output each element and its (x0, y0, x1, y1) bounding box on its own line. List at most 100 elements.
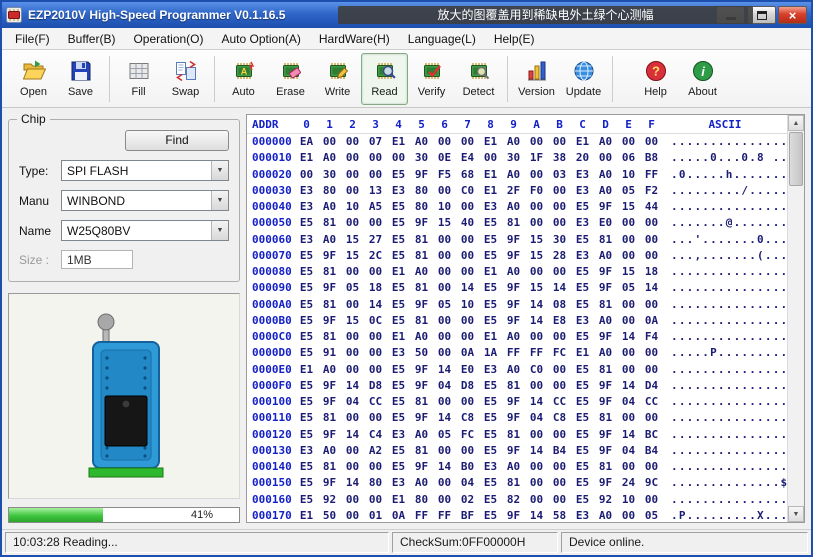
hex-byte-cell[interactable]: E5 (571, 264, 594, 280)
hex-byte-cell[interactable]: E3 (387, 427, 410, 443)
hex-byte-cell[interactable]: E1 (479, 264, 502, 280)
hex-byte-cell[interactable]: 00 (640, 410, 663, 426)
hex-byte-cell[interactable]: 03 (548, 167, 571, 183)
hex-byte-cell[interactable]: 00 (364, 410, 387, 426)
hex-byte-cell[interactable]: 00 (318, 134, 341, 150)
hex-byte-cell[interactable]: E5 (571, 378, 594, 394)
hex-byte-cell[interactable]: A0 (502, 167, 525, 183)
hex-byte-cell[interactable]: 00 (640, 232, 663, 248)
hex-byte-cell[interactable]: 00 (341, 345, 364, 361)
hex-byte-cell[interactable]: C0 (456, 183, 479, 199)
hex-byte-cell[interactable]: 00 (341, 215, 364, 231)
read-button[interactable]: Read (361, 52, 408, 105)
hex-byte-cell[interactable]: E5 (479, 280, 502, 296)
hex-byte-cell[interactable]: 00 (548, 199, 571, 215)
hex-byte-cell[interactable]: 9F (502, 443, 525, 459)
hex-byte-cell[interactable]: 00 (617, 215, 640, 231)
hex-row[interactable]: 000140 E5 81 00 00 E5 9F 14 B0 E3 A0 00 00 E5 81 00 00..… (247, 459, 787, 475)
find-button[interactable]: Find (125, 130, 229, 151)
hex-byte-cell[interactable]: E5 (387, 362, 410, 378)
hex-byte-cell[interactable]: 30 (548, 232, 571, 248)
hex-byte-cell[interactable]: FC (548, 345, 571, 361)
hex-row[interactable]: 000110 E5 81 00 00 E5 9F 14 C8 E5 9F 04 C8 E5 81 00 00..… (247, 410, 787, 426)
hex-byte-cell[interactable]: 9F (318, 313, 341, 329)
hex-byte-cell[interactable]: 81 (318, 264, 341, 280)
hex-byte-cell[interactable]: FF (410, 508, 433, 522)
hex-byte-cell[interactable]: 81 (594, 459, 617, 475)
hex-byte-cell[interactable]: 81 (410, 394, 433, 410)
hex-row[interactable]: 000100 E5 9F 04 CC E5 81 00 00 E5 9F 14 CC E5 9F 04 CC..… (247, 394, 787, 410)
hex-byte-cell[interactable]: 81 (410, 280, 433, 296)
hex-row[interactable]: 0000D0 E5 91 00 00 E3 50 00 0A 1A FF FF FC E1 A0 00 00..… (247, 345, 787, 361)
hex-byte-cell[interactable]: 15 (341, 248, 364, 264)
hex-byte-cell[interactable]: 9F (502, 410, 525, 426)
open-button[interactable]: Open (10, 53, 57, 105)
hex-byte-cell[interactable]: E5 (387, 280, 410, 296)
hex-byte-cell[interactable]: E5 (479, 313, 502, 329)
hex-byte-cell[interactable]: C4 (364, 427, 387, 443)
hex-byte-cell[interactable]: 81 (594, 362, 617, 378)
hex-byte-cell[interactable]: 00 (617, 313, 640, 329)
hex-byte-cell[interactable]: 81 (318, 297, 341, 313)
hex-byte-cell[interactable]: 81 (502, 378, 525, 394)
hex-byte-cell[interactable]: 14 (433, 362, 456, 378)
hex-row[interactable]: 000000 EA 00 00 07 E1 A0 00 00 E1 A0 00 00 E1 A0 00 00..… (247, 134, 787, 150)
hex-byte-cell[interactable]: FF (502, 345, 525, 361)
hex-byte-cell[interactable]: 05 (617, 280, 640, 296)
fill-button[interactable]: Fill (115, 53, 162, 105)
hex-byte-cell[interactable]: 00 (525, 264, 548, 280)
hex-byte-cell[interactable]: E0 (456, 362, 479, 378)
hex-byte-cell[interactable]: 30 (318, 167, 341, 183)
hex-byte-cell[interactable]: 9F (318, 248, 341, 264)
hex-byte-cell[interactable]: 00 (640, 345, 663, 361)
hex-byte-cell[interactable]: E5 (387, 248, 410, 264)
hex-byte-cell[interactable]: 81 (502, 215, 525, 231)
hex-byte-cell[interactable]: 00 (617, 297, 640, 313)
scroll-down-icon[interactable]: ▼ (788, 506, 804, 522)
hex-byte-cell[interactable]: 0A (640, 313, 663, 329)
hex-byte-cell[interactable]: E3 (295, 232, 318, 248)
hex-byte-cell[interactable]: 00 (364, 215, 387, 231)
hex-row[interactable]: 000050 E5 81 00 00 E5 9F 15 40 E5 81 00 00 E3 E0 00 00..… (247, 215, 787, 231)
hex-row[interactable]: 000150 E5 9F 14 80 E3 A0 00 04 E5 81 00 00 E5 9F 24 9C..… (247, 475, 787, 491)
hex-byte-cell[interactable]: 27 (364, 232, 387, 248)
hex-byte-cell[interactable]: E1 (387, 134, 410, 150)
hex-byte-cell[interactable]: 00 (456, 248, 479, 264)
hex-byte-cell[interactable]: 00 (433, 134, 456, 150)
hex-byte-cell[interactable]: 00 (525, 167, 548, 183)
hex-byte-cell[interactable]: E5 (387, 232, 410, 248)
hex-byte-cell[interactable]: 14 (341, 378, 364, 394)
hex-byte-cell[interactable]: E5 (479, 443, 502, 459)
hex-byte-cell[interactable]: A0 (502, 362, 525, 378)
hex-byte-cell[interactable]: F5 (433, 167, 456, 183)
hex-byte-cell[interactable]: C8 (456, 410, 479, 426)
hex-byte-cell[interactable]: 00 (433, 329, 456, 345)
hex-byte-cell[interactable]: A0 (594, 134, 617, 150)
scrollbar-thumb[interactable] (789, 132, 803, 186)
hex-byte-cell[interactable]: 2C (364, 248, 387, 264)
hex-byte-cell[interactable]: 00 (617, 232, 640, 248)
hex-byte-cell[interactable]: E5 (387, 378, 410, 394)
hex-byte-cell[interactable]: 9F (594, 378, 617, 394)
hex-byte-cell[interactable]: A0 (318, 150, 341, 166)
hex-byte-cell[interactable]: 9F (594, 443, 617, 459)
about-button[interactable]: i About (679, 53, 726, 105)
hex-byte-cell[interactable]: 0A (387, 508, 410, 522)
hex-byte-cell[interactable]: 00 (364, 362, 387, 378)
hex-byte-cell[interactable]: 9F (594, 199, 617, 215)
hex-byte-cell[interactable]: CC (548, 394, 571, 410)
hex-byte-cell[interactable]: E5 (571, 427, 594, 443)
hex-byte-cell[interactable]: 9F (318, 394, 341, 410)
hex-byte-cell[interactable]: 00 (341, 329, 364, 345)
hex-byte-cell[interactable]: 9F (502, 297, 525, 313)
hex-byte-cell[interactable]: 80 (364, 475, 387, 491)
hex-row[interactable]: 000120 E5 9F 14 C4 E3 A0 05 FC E5 81 00 00 E5 9F 14 BC..… (247, 427, 787, 443)
menu-auto-option[interactable]: Auto Option(A) (213, 28, 310, 50)
hex-byte-cell[interactable]: D8 (364, 378, 387, 394)
hex-byte-cell[interactable]: E3 (387, 475, 410, 491)
name-combobox[interactable]: W25Q80BV ▼ (61, 220, 229, 241)
hex-byte-cell[interactable]: 00 (341, 459, 364, 475)
hex-byte-cell[interactable]: 00 (548, 329, 571, 345)
hex-byte-cell[interactable]: 00 (364, 329, 387, 345)
hex-byte-cell[interactable]: A0 (410, 329, 433, 345)
